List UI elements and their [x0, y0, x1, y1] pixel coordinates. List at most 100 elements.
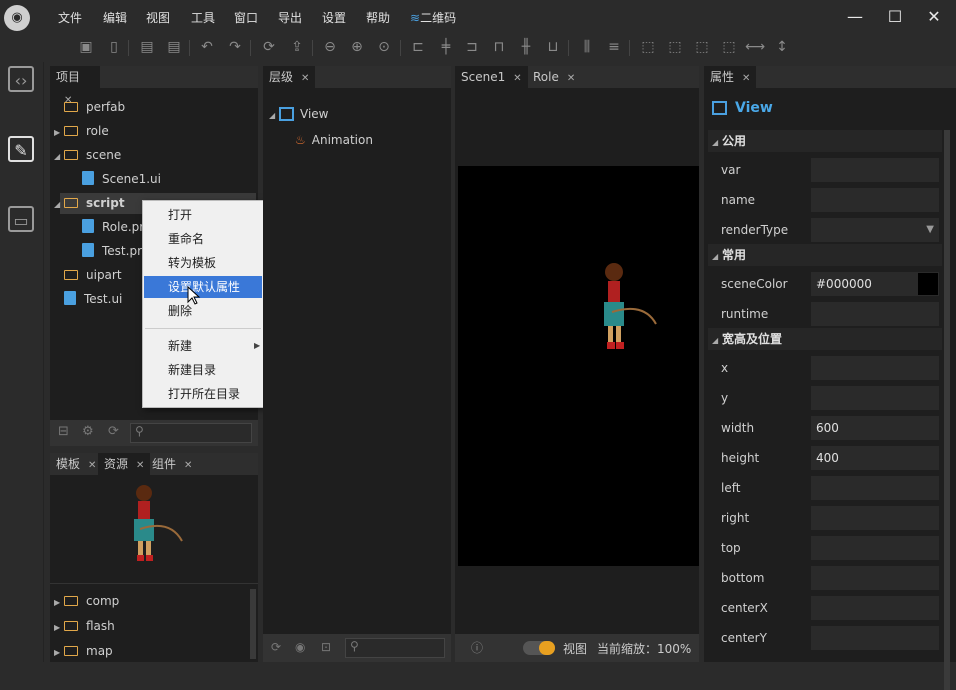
- zoom-reset-icon[interactable]: ⊙: [374, 37, 394, 57]
- project-search-input[interactable]: ⚲: [130, 423, 252, 443]
- close-icon[interactable]: ✕: [136, 460, 144, 471]
- project-tree-item[interactable]: Test.ui: [54, 288, 122, 310]
- props-section-header[interactable]: ◢ 公用: [708, 130, 942, 152]
- ctx-set-default-props[interactable]: 设置默认属性: [144, 276, 262, 298]
- collapse-arrow-icon[interactable]: ◢: [712, 330, 722, 352]
- align-middle-icon[interactable]: ╫: [516, 37, 536, 57]
- expand-arrow-icon[interactable]: ◢: [269, 105, 279, 127]
- prop-centerX-input[interactable]: [811, 596, 939, 620]
- close-icon[interactable]: ✕: [184, 460, 192, 471]
- tab-resource[interactable]: 资源 ✕: [98, 453, 151, 475]
- publish-icon[interactable]: ⇪: [287, 37, 307, 57]
- tab-properties[interactable]: 属性 ✕: [704, 66, 757, 88]
- redo-icon[interactable]: ↷: [225, 37, 245, 57]
- menu-view[interactable]: 视图: [146, 9, 170, 26]
- dropdown-arrow-icon[interactable]: ▼: [926, 219, 934, 241]
- menu-edit[interactable]: 编辑: [103, 9, 127, 26]
- ctx-new-folder[interactable]: 新建目录: [144, 359, 262, 381]
- refresh-icon[interactable]: ⟳: [108, 424, 119, 439]
- maximize-button[interactable]: ☐: [883, 7, 907, 27]
- edit-view-icon[interactable]: ✎: [8, 136, 34, 162]
- same-height-icon[interactable]: ↕: [772, 37, 792, 57]
- project-tree-item[interactable]: ▶ role: [54, 120, 109, 142]
- props-section-header[interactable]: ◢ 宽高及位置: [708, 328, 942, 350]
- prop-var-input[interactable]: [811, 158, 939, 182]
- distribute-h-icon[interactable]: ⫼: [577, 37, 597, 57]
- distribute-v-icon[interactable]: ≡: [604, 37, 624, 57]
- ctx-new[interactable]: 新建 ▶: [144, 335, 262, 357]
- scrollbar[interactable]: [250, 589, 256, 659]
- size-icon-1[interactable]: ⬚: [638, 37, 658, 57]
- prop-bottom-input[interactable]: [811, 566, 939, 590]
- tab-scene1[interactable]: Scene1 ✕: [455, 66, 528, 88]
- menu-help[interactable]: 帮助: [366, 9, 390, 26]
- eye-icon[interactable]: ◉: [295, 640, 305, 654]
- prop-renderType-input[interactable]: ▼: [811, 218, 939, 242]
- close-button[interactable]: ✕: [922, 7, 946, 27]
- close-icon[interactable]: ✕: [567, 73, 575, 84]
- props-section-header[interactable]: ◢ 常用: [708, 244, 942, 266]
- character-sprite[interactable]: [592, 258, 662, 370]
- expand-arrow-icon[interactable]: ◢: [54, 146, 64, 168]
- save-all-icon[interactable]: ▤: [164, 37, 184, 57]
- view-toggle[interactable]: [523, 641, 555, 655]
- menu-export[interactable]: 导出: [278, 9, 302, 26]
- zoom-in-icon[interactable]: ⊕: [347, 37, 367, 57]
- align-bottom-icon[interactable]: ⊔: [543, 37, 563, 57]
- refresh-icon[interactable]: ⟳: [271, 640, 281, 654]
- project-tree-item[interactable]: Role.pr: [70, 216, 144, 238]
- tab-project[interactable]: 项目✕: [50, 66, 100, 106]
- align-right-icon[interactable]: ⊐: [462, 37, 482, 57]
- align-top-icon[interactable]: ⊓: [489, 37, 509, 57]
- size-icon-4[interactable]: ⬚: [719, 37, 739, 57]
- save-icon[interactable]: ▤: [137, 37, 157, 57]
- close-icon[interactable]: ✕: [742, 73, 750, 84]
- tab-template[interactable]: 模板 ✕: [50, 453, 102, 475]
- project-tree-item[interactable]: perfab: [54, 96, 125, 118]
- refresh-icon[interactable]: ⟳: [259, 37, 279, 57]
- collapse-arrow-icon[interactable]: ◢: [712, 132, 722, 154]
- project-tree-item[interactable]: Scene1.ui: [70, 168, 161, 190]
- scene-canvas[interactable]: [458, 166, 699, 566]
- gear-icon[interactable]: ⚙: [82, 424, 94, 439]
- layer-search-input[interactable]: ⚲: [345, 638, 445, 658]
- new-file-icon[interactable]: ▯: [104, 37, 124, 57]
- align-left-icon[interactable]: ⊏: [408, 37, 428, 57]
- prop-height-input[interactable]: 400: [811, 446, 939, 470]
- resource-tree-item[interactable]: ▶ comp: [54, 590, 119, 612]
- same-width-icon[interactable]: ⟷: [745, 37, 765, 57]
- expand-arrow-icon[interactable]: ▶: [54, 617, 64, 639]
- prop-x-input[interactable]: [811, 356, 939, 380]
- zoom-out-icon[interactable]: ⊖: [320, 37, 340, 57]
- close-icon[interactable]: ✕: [513, 73, 521, 84]
- info-icon[interactable]: ⓘ: [471, 639, 483, 656]
- prop-name-input[interactable]: [811, 188, 939, 212]
- project-tree-item[interactable]: uipart: [54, 264, 122, 286]
- close-icon[interactable]: ✕: [88, 460, 96, 471]
- tab-component[interactable]: 组件 ✕: [146, 453, 198, 475]
- expand-arrow-icon[interactable]: ▶: [54, 122, 64, 144]
- project-tree-item[interactable]: ◢ script: [54, 192, 125, 214]
- minimize-button[interactable]: —: [843, 7, 867, 27]
- menu-tools[interactable]: 工具: [191, 9, 215, 26]
- menu-file[interactable]: 文件: [58, 9, 82, 26]
- color-swatch[interactable]: [918, 273, 938, 295]
- prop-left-input[interactable]: [811, 476, 939, 500]
- lock-icon[interactable]: ⊡: [321, 640, 331, 654]
- ctx-open-in-folder[interactable]: 打开所在目录: [144, 383, 262, 405]
- new-folder-icon[interactable]: ▣: [76, 37, 96, 57]
- expand-arrow-icon[interactable]: ▶: [54, 592, 64, 614]
- tab-layer[interactable]: 层级 ✕: [263, 66, 316, 88]
- layer-view-node[interactable]: ◢ View: [269, 103, 328, 125]
- menu-qrcode[interactable]: ≋二维码: [410, 9, 456, 26]
- ctx-delete[interactable]: 删除: [144, 300, 262, 322]
- size-icon-3[interactable]: ⬚: [692, 37, 712, 57]
- project-tree-item[interactable]: Test.pr: [70, 240, 142, 262]
- ctx-to-template[interactable]: 转为模板: [144, 252, 262, 274]
- project-tree-item[interactable]: ◢ scene: [54, 144, 121, 166]
- menu-window[interactable]: 窗口: [234, 9, 258, 26]
- layer-animation-node[interactable]: ♨ Animation: [295, 129, 373, 151]
- resource-tree-item[interactable]: ▶ flash: [54, 615, 115, 637]
- ctx-open[interactable]: 打开: [144, 204, 262, 226]
- prop-runtime-input[interactable]: [811, 302, 939, 326]
